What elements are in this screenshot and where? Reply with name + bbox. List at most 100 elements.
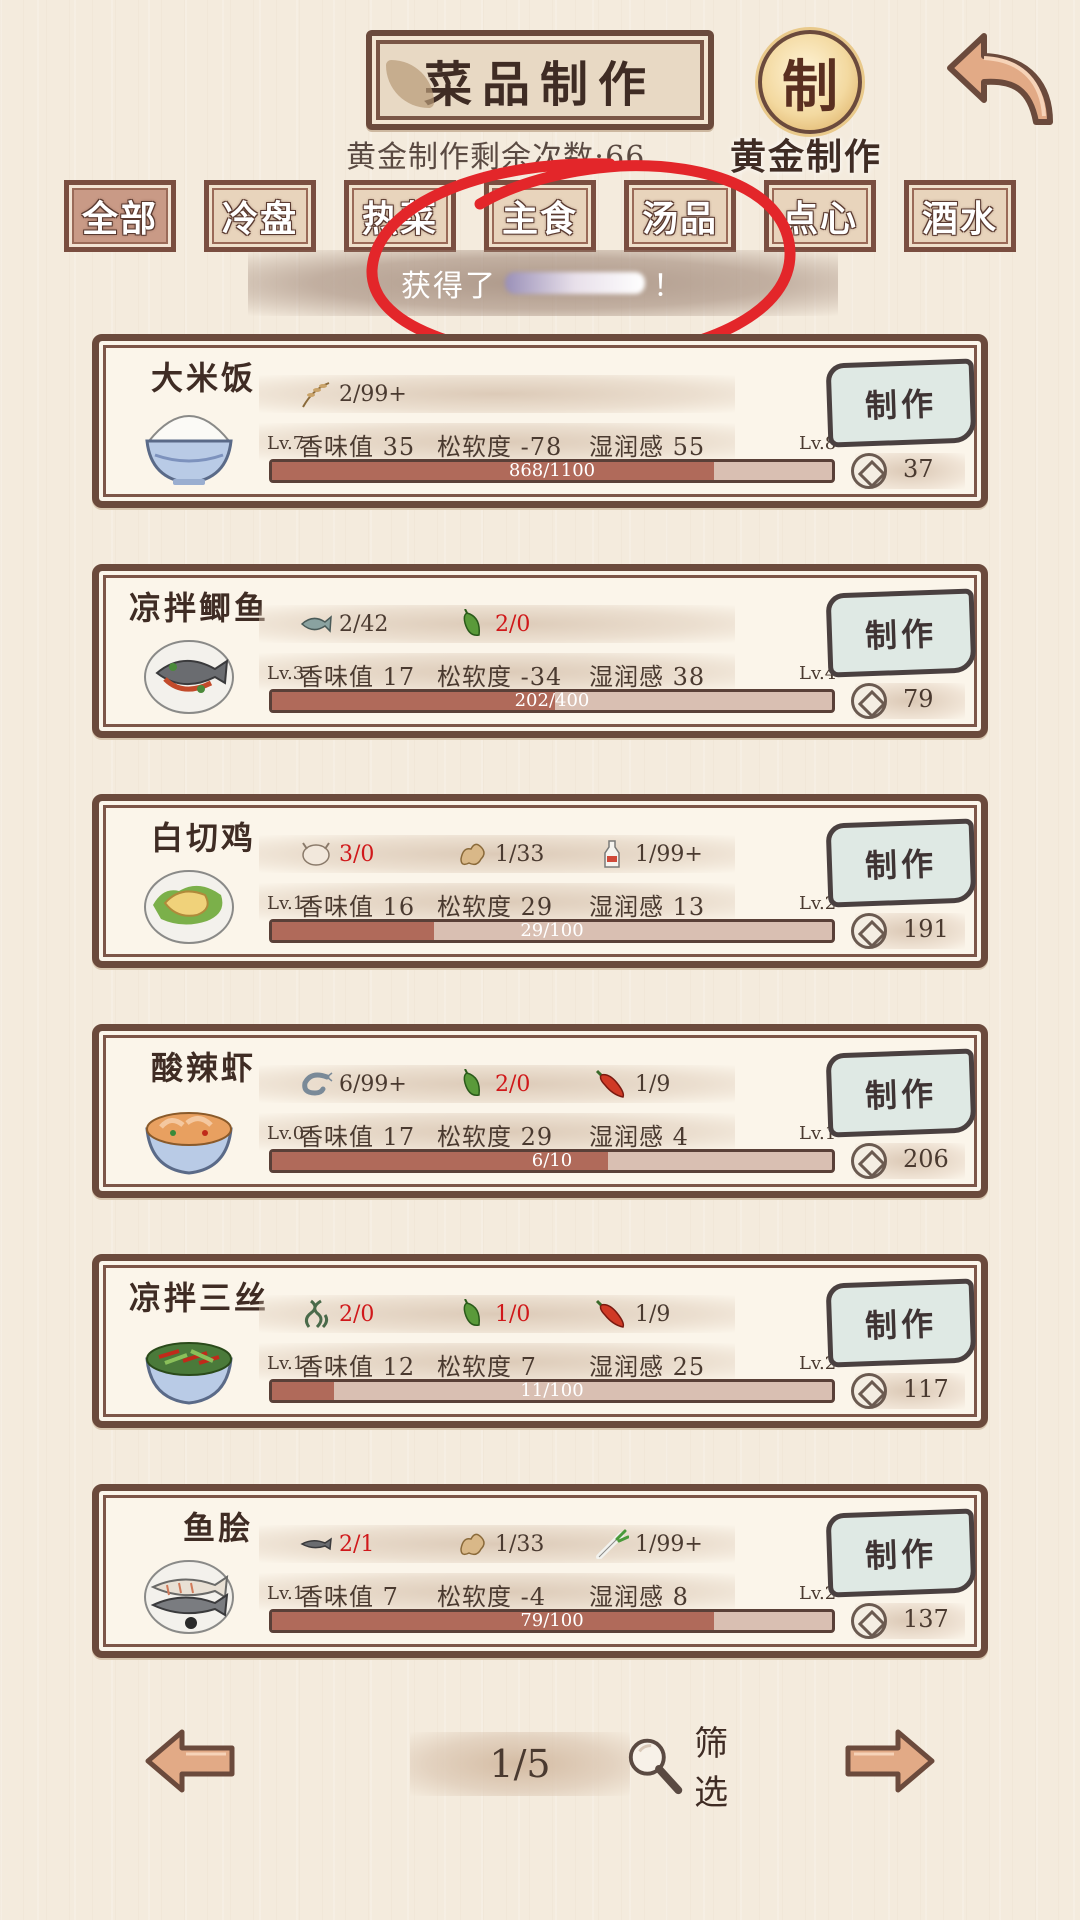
dish-card: 鱼脍 2/1 1/33 1/99+ 香味值 7 松软度 -4 湿润感 8 Lv.… bbox=[92, 1484, 988, 1658]
coin-icon bbox=[851, 1603, 887, 1639]
stat-row: 香味值 12 松软度 7 湿润感 25 bbox=[259, 1343, 735, 1381]
dish-card: 大米饭 2/99+ 香味值 35 松软度 -78 湿润感 55 Lv.7 Lv.… bbox=[92, 334, 988, 508]
ingredient-count: 2/42 bbox=[339, 611, 389, 637]
filter-label: 筛选 bbox=[694, 1724, 731, 1813]
rice-bowl-icon bbox=[145, 415, 233, 485]
ingredient-row: 2/99+ bbox=[259, 375, 735, 413]
tab-dim-sum[interactable]: 点心 bbox=[764, 180, 876, 252]
tab-drinks[interactable]: 酒水 bbox=[904, 180, 1016, 252]
scallion-icon bbox=[596, 1529, 629, 1559]
coin-icon bbox=[851, 453, 887, 489]
cost-row: 191 bbox=[851, 913, 965, 949]
ingredient: 2/99+ bbox=[299, 375, 407, 413]
make-button[interactable]: 制作 bbox=[825, 588, 977, 678]
tab-all[interactable]: 全部 bbox=[64, 180, 176, 252]
progress-text: 79/100 bbox=[520, 1610, 584, 1631]
softness-stat: 松软度 -4 bbox=[437, 1583, 547, 1611]
ingredient-count: 1/99+ bbox=[635, 841, 703, 867]
sliced-fish-plate-icon bbox=[144, 1560, 234, 1634]
softness-stat: 松软度 29 bbox=[437, 893, 554, 921]
stat-row: 香味值 17 松软度 -34 湿润感 38 bbox=[259, 653, 735, 691]
shrimp-icon bbox=[302, 1072, 333, 1096]
shrimp-bowl-icon bbox=[145, 1112, 233, 1175]
gold-remaining-count: 黄金制作剩余次数:66 bbox=[346, 140, 646, 175]
level-current: Lv.1 bbox=[267, 1583, 305, 1604]
cost-row: 206 bbox=[851, 1143, 965, 1179]
coin-icon bbox=[851, 1373, 887, 1409]
dish-name: 酸辣虾 bbox=[151, 1049, 257, 1087]
make-button[interactable]: 制作 bbox=[825, 358, 977, 448]
cost-value: 137 bbox=[903, 1605, 949, 1633]
ingredient-row: 2/1 1/33 1/99+ bbox=[259, 1525, 735, 1563]
moisture-stat: 湿润感 55 bbox=[589, 433, 706, 461]
ingredient-row: 2/42 2/0 bbox=[259, 605, 735, 643]
dish-name: 凉拌三丝 bbox=[129, 1279, 270, 1317]
red-chili-icon bbox=[595, 1069, 625, 1098]
aroma-stat: 香味值 7 bbox=[299, 1583, 399, 1611]
ingredient-count: 6/99+ bbox=[339, 1071, 407, 1097]
ingredient: 1/33 bbox=[455, 835, 544, 873]
filter-button[interactable]: 筛选 bbox=[624, 1724, 764, 1813]
cost-row: 79 bbox=[851, 683, 965, 719]
cost-row: 137 bbox=[851, 1603, 965, 1639]
make-button[interactable]: 制作 bbox=[825, 1508, 977, 1598]
gold-craft-button[interactable]: 制 bbox=[758, 30, 862, 134]
tab-cold-dishes[interactable]: 冷盘 bbox=[204, 180, 316, 252]
cost-value: 117 bbox=[903, 1375, 949, 1403]
ingredient-count: 2/99+ bbox=[339, 381, 407, 407]
page-indicator: 1/5 bbox=[410, 1732, 630, 1796]
ingredient: 2/0 bbox=[455, 605, 530, 643]
dish-card: 酸辣虾 6/99+ 2/0 1/9 香味值 17 松软度 29 湿润感 4 Lv… bbox=[92, 1024, 988, 1198]
ingredient: 2/0 bbox=[455, 1065, 530, 1103]
gold-seal-icon: 制 bbox=[782, 53, 838, 120]
level-current: Lv.1 bbox=[267, 1353, 305, 1374]
level-current: Lv.0 bbox=[267, 1123, 305, 1144]
cost-value: 206 bbox=[903, 1145, 949, 1173]
softness-stat: 松软度 -34 bbox=[437, 663, 563, 691]
ingredient-count: 1/33 bbox=[495, 1531, 545, 1557]
aroma-stat: 香味值 17 bbox=[299, 663, 416, 691]
tab-hot-dishes[interactable]: 热菜 bbox=[344, 180, 456, 252]
progress-text: 6/10 bbox=[531, 1150, 573, 1171]
title-plaque: 菜品制作 bbox=[366, 30, 714, 130]
next-page-button[interactable] bbox=[842, 1726, 938, 1796]
level-current: Lv.7 bbox=[267, 433, 305, 454]
moisture-stat: 湿润感 4 bbox=[589, 1123, 689, 1151]
dish-card: 白切鸡 3/0 1/33 1/99+ 香味值 16 松软度 29 湿润感 13 … bbox=[92, 794, 988, 968]
ingredient-row: 2/0 1/0 1/9 bbox=[259, 1295, 735, 1333]
moisture-stat: 湿润感 13 bbox=[589, 893, 706, 921]
ingredient: 3/0 bbox=[299, 835, 374, 873]
cost-value: 37 bbox=[903, 455, 934, 483]
ingredient-row: 6/99+ 2/0 1/9 bbox=[259, 1065, 735, 1103]
wheat-icon bbox=[302, 382, 330, 408]
make-button[interactable]: 制作 bbox=[825, 1048, 977, 1138]
ingredient-row: 3/0 1/33 1/99+ bbox=[259, 835, 735, 873]
make-button[interactable]: 制作 bbox=[825, 1278, 977, 1368]
redacted-item-name bbox=[505, 272, 645, 294]
cost-row: 117 bbox=[851, 1373, 965, 1409]
tab-soups[interactable]: 汤品 bbox=[624, 180, 736, 252]
ingredient-count: 2/0 bbox=[495, 611, 531, 637]
softness-stat: 松软度 29 bbox=[437, 1123, 554, 1151]
level-progress-bar: 29/100 bbox=[269, 919, 835, 943]
cost-value: 79 bbox=[903, 685, 934, 713]
prev-page-button[interactable] bbox=[142, 1726, 238, 1796]
level-progress-bar: 79/100 bbox=[269, 1609, 835, 1633]
ingredient-count: 2/1 bbox=[339, 1531, 375, 1557]
green-pepper-icon bbox=[463, 609, 480, 636]
tab-staple-food[interactable]: 主食 bbox=[484, 180, 596, 252]
notice-prefix: 获得了 bbox=[401, 269, 497, 304]
back-button[interactable] bbox=[944, 28, 1056, 132]
ingredient-count: 1/9 bbox=[635, 1301, 671, 1327]
dish-name: 白切鸡 bbox=[151, 819, 257, 857]
ingredient: 2/42 bbox=[299, 605, 388, 643]
make-button[interactable]: 制作 bbox=[825, 818, 977, 908]
moisture-stat: 湿润感 38 bbox=[589, 663, 706, 691]
dish-name: 大米饭 bbox=[151, 359, 257, 397]
progress-text: 29/100 bbox=[520, 920, 584, 941]
ingredient-count: 1/0 bbox=[495, 1301, 531, 1327]
wine-bottle-icon bbox=[604, 840, 620, 868]
gold-craft-label[interactable]: 黄金制作 bbox=[730, 128, 882, 180]
ginger-icon bbox=[460, 1533, 485, 1556]
stat-row: 香味值 17 松软度 29 湿润感 4 bbox=[259, 1113, 735, 1151]
